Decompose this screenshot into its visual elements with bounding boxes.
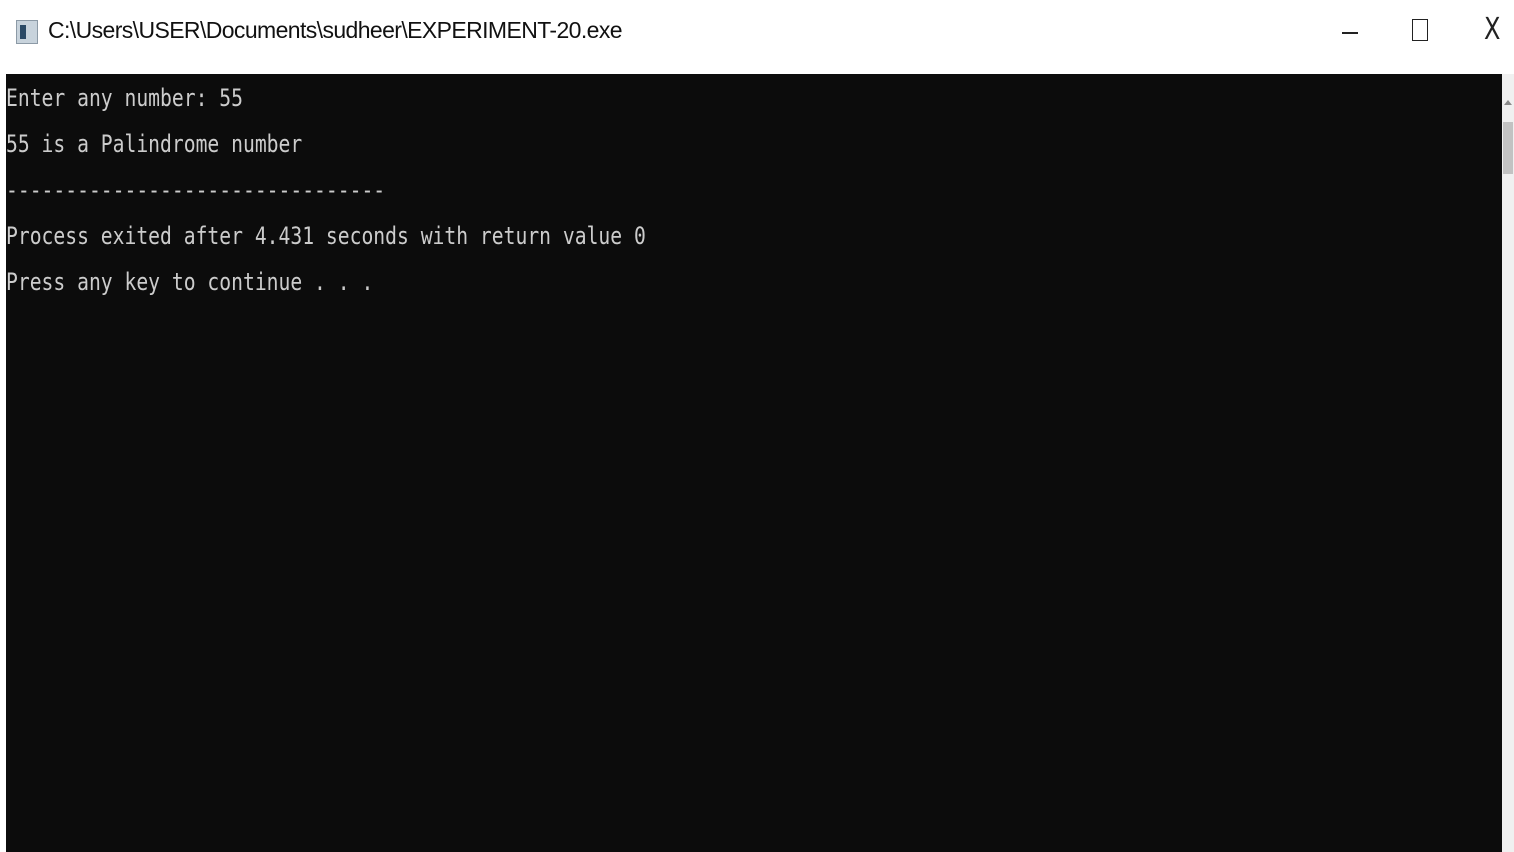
console-app-icon[interactable] [16,20,38,44]
maximize-icon [1412,19,1428,41]
console-line-continue: Press any key to continue . . . [6,268,374,296]
minimize-icon [1342,32,1358,34]
scrollbar-thumb[interactable] [1503,122,1513,174]
scroll-up-arrow-icon[interactable] [1504,100,1512,105]
console-output[interactable]: Enter any number: 55 55 is a Palindrome … [6,74,1502,852]
console-line-exit-status: Process exited after 4.431 seconds with … [6,222,646,250]
title-bar[interactable]: C:\Users\USER\Documents\sudheer\EXPERIME… [0,0,1514,74]
console-window: C:\Users\USER\Documents\sudheer\EXPERIME… [0,0,1514,852]
close-button[interactable]: X [1456,0,1514,60]
window-title: C:\Users\USER\Documents\sudheer\EXPERIME… [48,17,623,43]
close-icon: X [1483,12,1501,47]
maximize-button[interactable] [1384,0,1456,60]
vertical-scrollbar[interactable] [1502,74,1514,852]
console-line-prompt: Enter any number: 55 [6,84,243,112]
console-line-separator: -------------------------------- [6,176,386,204]
minimize-button[interactable] [1314,0,1386,60]
console-line-result: 55 is a Palindrome number [6,130,303,158]
